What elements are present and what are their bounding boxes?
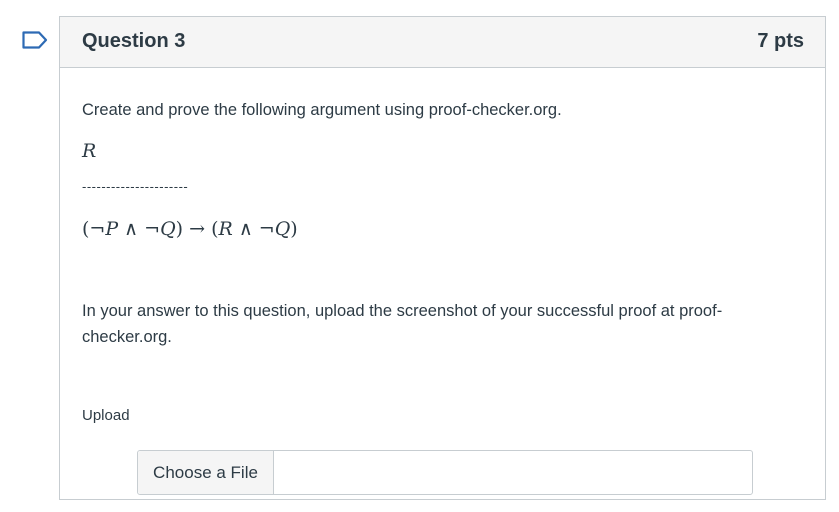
question-title: Question 3 bbox=[82, 30, 186, 52]
flag-question-icon[interactable] bbox=[22, 31, 48, 49]
argument-conclusion: (¬P ∧ ¬Q) → (R ∧ ¬Q) bbox=[82, 218, 298, 240]
question-header: Question 3 7 pts bbox=[60, 17, 825, 68]
argument-separator: ---------------------- bbox=[82, 179, 189, 194]
argument-premise: R bbox=[82, 140, 97, 162]
question-points: 7 pts bbox=[757, 30, 804, 52]
question-instruction: In your answer to this question, upload … bbox=[82, 302, 723, 346]
choose-file-button[interactable]: Choose a File bbox=[138, 451, 274, 494]
file-upload-field[interactable]: Choose a File bbox=[137, 450, 753, 495]
question-card: Question 3 7 pts Create and prove the fo… bbox=[59, 16, 826, 500]
upload-label: Upload bbox=[82, 407, 130, 424]
question-prompt: Create and prove the following argument … bbox=[82, 101, 562, 119]
